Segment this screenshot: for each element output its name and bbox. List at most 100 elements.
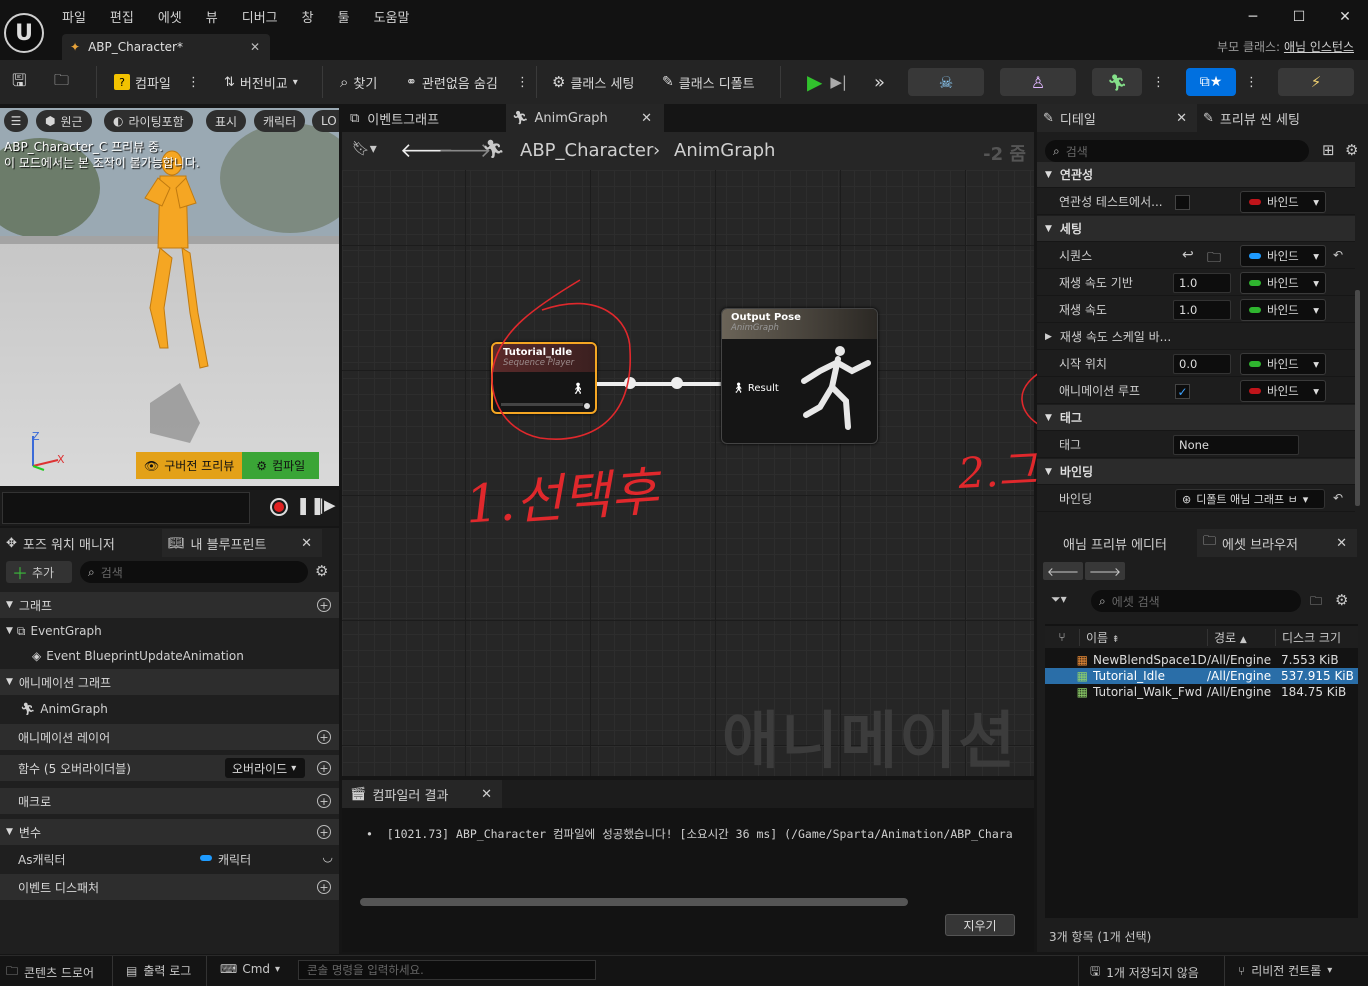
anim-layer-section[interactable]: 애니메이션 레이어 +: [0, 724, 339, 750]
animation-mode-button[interactable]: 🏃︎: [1092, 68, 1142, 96]
use-selected-icon[interactable]: ↩: [1182, 247, 1194, 263]
menu-view[interactable]: 뷰: [206, 7, 229, 26]
close-tab-icon[interactable]: ✕: [481, 787, 492, 802]
tab-anim-graph[interactable]: 🏃︎ AnimGraph ✕: [506, 104, 664, 132]
add-graph-icon[interactable]: +: [317, 598, 331, 612]
rate-scale-row[interactable]: ▶ 재생 속도 스케일 바...: [1037, 324, 1355, 350]
loop-checkbox[interactable]: ✓: [1175, 384, 1190, 399]
hide-unrelated-button[interactable]: ⚭ 관련없음 숨김: [406, 68, 498, 96]
variable-item[interactable]: As캐릭터 캐릭터 ◡: [0, 846, 339, 872]
add-function-icon[interactable]: +: [317, 761, 331, 775]
reset-sequence-icon[interactable]: ↶: [1333, 248, 1343, 262]
record-icon[interactable]: [270, 498, 288, 516]
bind-dropdown-loop[interactable]: 바인드 ▾: [1240, 380, 1326, 402]
mesh-mode-button[interactable]: ♙: [1000, 68, 1076, 96]
bind-dropdown-play-rate[interactable]: 바인드 ▾: [1240, 299, 1326, 321]
close-tab-icon[interactable]: ✕: [641, 111, 652, 126]
compile-options-icon[interactable]: ⋮: [187, 68, 200, 96]
close-tab-icon[interactable]: ✕: [250, 40, 260, 54]
lit-button[interactable]: ◐ 라이팅포함: [104, 110, 193, 132]
output-pose-node[interactable]: Output Pose AnimGraph 🚶︎ Result: [721, 308, 878, 444]
tab-details[interactable]: ✎ 디테일 ✕: [1037, 104, 1197, 132]
binding-dropdown[interactable]: ⊛ 디폴트 애님 그래프 ㅂ ▾: [1175, 489, 1325, 509]
asset-forward-button[interactable]: 🡒: [1085, 562, 1125, 580]
gear-icon[interactable]: ⚙: [1345, 141, 1358, 159]
anim-graph-section[interactable]: ▼ 애니메이션 그래프: [0, 669, 339, 695]
asset-row[interactable]: ▦ Tutorial_Walk_Fwd /All/Engine 184.75 K…: [1045, 684, 1358, 700]
settings-section[interactable]: ▼ 세팅: [1037, 216, 1355, 242]
horizontal-scrollbar[interactable]: [360, 898, 908, 906]
close-icon[interactable]: ✕: [1322, 0, 1368, 34]
rate-basis-field[interactable]: 1.0: [1173, 273, 1231, 293]
play-rate-field[interactable]: 1.0: [1173, 300, 1231, 320]
find-button[interactable]: ⌕ 찾기: [340, 68, 377, 96]
tutorial-idle-node[interactable]: Tutorial_Idle Sequence Player 🚶︎: [491, 342, 597, 414]
bookmark-icon[interactable]: 🔖︎▾: [352, 141, 377, 157]
close-tab-icon[interactable]: ✕: [1336, 536, 1347, 551]
revision-control-button[interactable]: ⑂ 리비전 컨트롤 ▾: [1238, 962, 1332, 979]
gear-icon[interactable]: ⚙: [1335, 591, 1348, 609]
menu-debug[interactable]: 디버그: [242, 7, 289, 26]
filter-icon[interactable]: ⏷▾: [1051, 592, 1067, 607]
perspective-button[interactable]: ⬢ 원근: [36, 110, 92, 132]
variables-section[interactable]: ▼ 변수 +: [0, 819, 339, 845]
close-tab-icon[interactable]: ✕: [1176, 111, 1187, 126]
tab-event-graph[interactable]: ⧉ 이벤트그래프: [350, 104, 439, 132]
class-defaults-button[interactable]: ✎ 클래스 디폴트: [662, 68, 755, 96]
functions-section[interactable]: 함수 (5 오버라이더블) 오버라이드 ▾ +: [0, 755, 339, 781]
blueprint-mode-button[interactable]: ⧉★: [1186, 68, 1236, 96]
menu-help[interactable]: 도움말: [374, 7, 421, 26]
document-tab[interactable]: ✦ ABP_Character* ✕: [62, 34, 270, 60]
tag-field[interactable]: None: [1173, 435, 1299, 455]
event-graph-item[interactable]: ▼ ⧉ EventGraph: [0, 618, 339, 644]
result-pin[interactable]: 🚶︎ Result: [732, 383, 779, 394]
gear-icon[interactable]: ⚙: [315, 562, 328, 580]
play-button[interactable]: ▶ ▶|: [794, 68, 860, 96]
old-preview-button[interactable]: 👁︎ 구버전 프리뷰: [136, 452, 243, 479]
menu-tools[interactable]: 툴: [338, 7, 361, 26]
asset-search-input[interactable]: ⌕ 에셋 검색: [1091, 590, 1301, 612]
macros-section[interactable]: 매크로 +: [0, 788, 339, 814]
col-size[interactable]: 디스크 크기: [1275, 628, 1355, 646]
more-options-icon[interactable]: ⋮: [516, 68, 529, 96]
minimize-icon[interactable]: ─: [1230, 0, 1276, 34]
reset-binding-icon[interactable]: ↶: [1333, 491, 1343, 505]
add-dispatcher-icon[interactable]: +: [317, 880, 331, 894]
maximize-icon[interactable]: ☐: [1276, 0, 1322, 34]
viewport-compile-button[interactable]: ⚙ 컴파일: [242, 452, 320, 479]
add-button[interactable]: ＋ 추가: [6, 561, 72, 583]
show-button[interactable]: 표시: [206, 110, 247, 132]
parent-class-link[interactable]: 애님 인스턴스: [1284, 40, 1354, 54]
breadcrumb-leaf[interactable]: AnimGraph: [674, 140, 775, 161]
add-macro-icon[interactable]: +: [317, 794, 331, 808]
asset-back-button[interactable]: 🡐: [1043, 562, 1083, 580]
close-tab-icon[interactable]: ✕: [301, 536, 312, 551]
console-input[interactable]: 콘솔 명령을 입력하세요.: [298, 960, 596, 980]
event-dispatcher-section[interactable]: 이벤트 디스패처 +: [0, 874, 339, 900]
menu-asset[interactable]: 에셋: [158, 7, 193, 26]
save-button[interactable]: 🖫: [12, 68, 26, 96]
cmd-dropdown[interactable]: ⌨ Cmd ▾: [220, 962, 280, 976]
tab-my-blueprint[interactable]: 📖︎ 내 블루프린트 ✕: [162, 529, 322, 557]
output-log-button[interactable]: ▤ 출력 로그: [126, 962, 191, 979]
breadcrumb-root[interactable]: ABP_Character: [520, 140, 653, 161]
blueprint-options-icon[interactable]: ⋮: [1245, 68, 1258, 96]
branch-icon[interactable]: ⑂: [1045, 630, 1079, 644]
timeline-track[interactable]: [2, 492, 250, 524]
folder-view-icon[interactable]: 🗀: [1310, 592, 1322, 613]
content-drawer-button[interactable]: 🗀 콘텐츠 드로어: [6, 962, 94, 983]
pose-output-pin-icon[interactable]: 🚶︎: [571, 382, 585, 395]
tab-anim-preview-editor[interactable]: 애님 프리뷰 에디터: [1063, 529, 1167, 557]
tab-preview-scene[interactable]: ✎ 프리뷰 씬 세팅: [1203, 104, 1300, 132]
tab-asset-browser[interactable]: 🗀 에셋 브라우저 ✕: [1197, 529, 1357, 557]
relevancy-section[interactable]: ▼ 연관성: [1037, 162, 1355, 188]
skeleton-mode-button[interactable]: ☠: [908, 68, 984, 96]
details-search-input[interactable]: ⌕ 검색: [1045, 140, 1309, 162]
diff-button[interactable]: ⇅ 버전비교 ▾: [224, 68, 298, 96]
blueprint-search-input[interactable]: ⌕ 검색: [80, 561, 308, 583]
browse-button[interactable]: 🗀: [54, 68, 69, 96]
tab-compiler-results[interactable]: 🎬︎ 컴파일러 결과 ✕: [342, 780, 502, 808]
unreal-logo[interactable]: U: [4, 13, 44, 53]
add-layer-icon[interactable]: +: [317, 730, 331, 744]
add-variable-icon[interactable]: +: [317, 825, 331, 839]
